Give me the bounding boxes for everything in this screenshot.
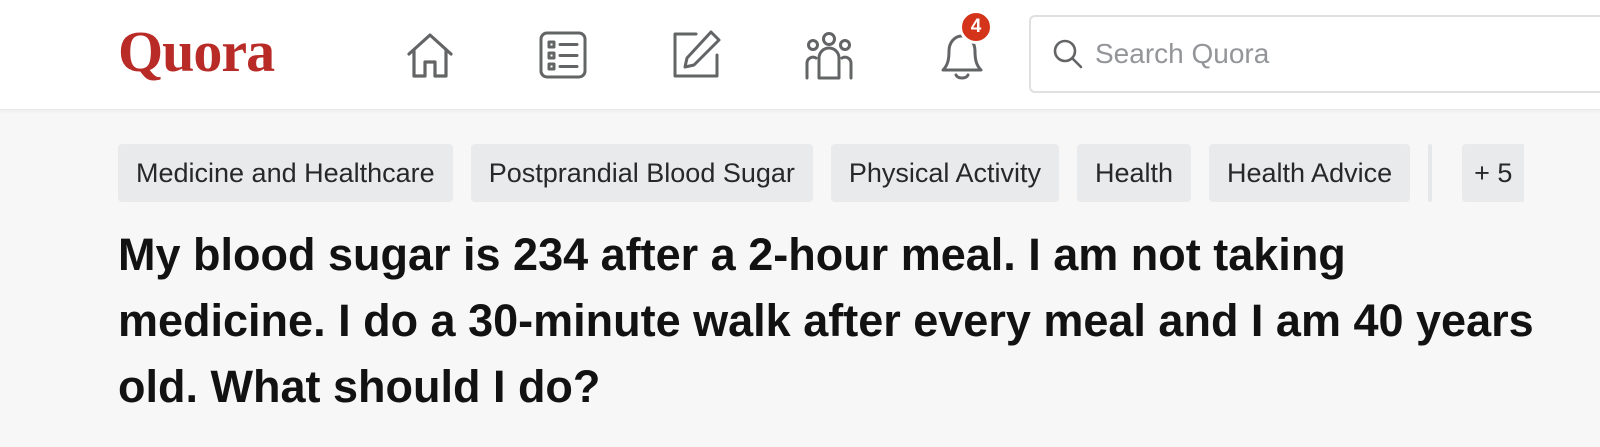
home-icon [407,33,453,78]
more-topics-button[interactable]: + 5 [1462,144,1525,202]
search-box[interactable] [1029,15,1600,93]
following-list-icon [539,31,587,79]
search-icon [1053,39,1083,69]
topic-tag[interactable]: Physical Activity [830,144,1059,202]
following-button[interactable] [530,22,596,88]
answer-button[interactable] [663,22,729,88]
spaces-button[interactable] [796,22,862,88]
answer-pencil-icon [673,30,721,78]
topic-tags: Medicine and Healthcare Postprandial Blo… [118,144,1525,202]
search-input[interactable] [1095,38,1575,70]
top-navigation-bar: Quora 4 Search Quora [0,0,1600,110]
topic-divider [1428,144,1433,202]
topic-tag[interactable]: Health [1076,144,1191,202]
notification-count-badge: 4 [959,10,993,44]
notifications-button[interactable]: 4 [929,10,995,88]
topic-tag[interactable]: Health Advice [1209,144,1411,202]
quora-logo[interactable]: Quora [118,16,275,88]
spaces-icon [805,32,853,80]
question-title: My blood sugar is 234 after a 2-hour mea… [118,229,1534,412]
topic-tag[interactable]: Medicine and Healthcare [118,144,453,202]
home-button[interactable] [397,22,463,88]
topic-tag[interactable]: Postprandial Blood Sugar [470,144,813,202]
